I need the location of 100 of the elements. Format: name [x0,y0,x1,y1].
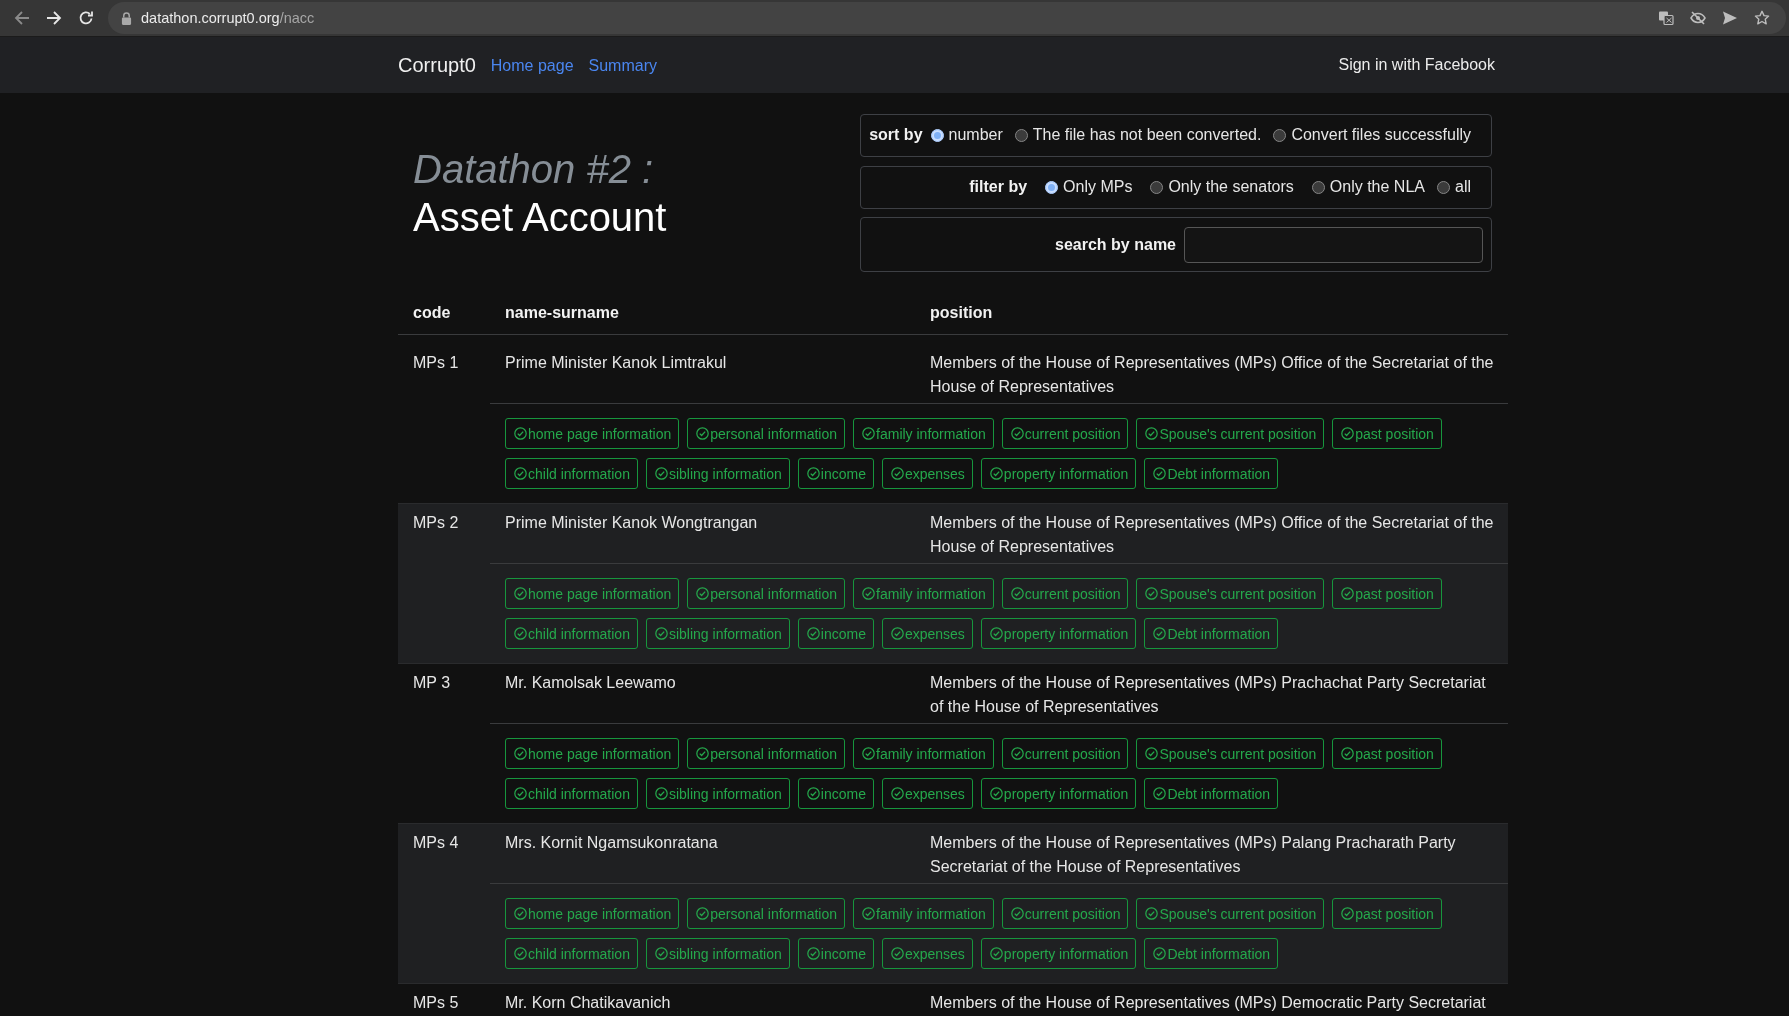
section-button[interactable]: child information [505,458,638,489]
section-button[interactable]: home page information [505,898,680,929]
section-button[interactable]: expenses [881,778,973,809]
section-button[interactable]: child information [505,938,638,969]
section-button[interactable]: child information [505,778,638,809]
section-button[interactable]: income [797,778,874,809]
section-button[interactable]: Debt information [1144,618,1279,649]
section-button[interactable]: property information [980,458,1137,489]
section-button[interactable]: Spouse's current position [1136,898,1325,929]
position-cell-text: Members of the House of Representatives (MPs) Office of the Secretariat of the House of Representatives [929,353,1495,397]
check-circle-icon [696,427,710,440]
check-circle-icon [1153,627,1167,640]
check-circle-icon [696,587,710,600]
section-button[interactable]: sibling information [645,618,790,649]
url-text: datathon.corrupt0.org/nacc [141,10,315,26]
section-button[interactable]: sibling information [645,458,790,489]
section-button[interactable]: Debt information [1144,938,1279,969]
eye-slash-icon[interactable] [1690,10,1706,26]
section-button[interactable]: Spouse's current position [1136,738,1325,769]
section-button[interactable]: past position [1332,578,1442,609]
section-button[interactable]: Debt information [1144,778,1279,809]
check-circle-icon [989,947,1003,960]
section-button[interactable]: personal information [687,418,846,449]
check-circle-icon [514,747,527,760]
position-cell-text: Members of the House of Representatives (MPs) Democratic Party Secretariat [929,993,1487,1013]
position-cell-text: Members of the House of Representatives (MPs) Palang Pracharath Party Secretariat of the House of Representatives [929,833,1457,877]
sign-in-link[interactable]: Sign in with Facebook [1338,56,1495,74]
filter-option[interactable]: Only MPs [1045,175,1133,199]
name-cell-text: Prime Minister Kanok Wongtrangan [504,513,759,533]
section-button[interactable]: sibling information [645,778,790,809]
brand-link[interactable]: Corrupt0 [398,53,476,77]
column-header: code [412,303,452,323]
check-circle-icon [1341,907,1355,920]
sort-option[interactable]: Convert files successfully [1273,123,1471,147]
filter-option[interactable]: Only the NLA [1311,175,1425,199]
check-circle-icon [514,787,527,800]
section-button[interactable]: income [797,938,874,969]
reload-icon[interactable] [78,10,94,26]
section-button[interactable]: property information [980,618,1137,649]
filter-option[interactable]: all [1437,175,1471,199]
section-button[interactable]: current position [1001,738,1129,769]
nav-link[interactable]: Home page [490,55,574,75]
radio-button[interactable] [1150,180,1164,194]
check-circle-icon [806,947,820,960]
paper-plane-icon[interactable] [1722,10,1738,26]
section-button[interactable]: past position [1332,898,1442,929]
lock-icon [121,11,132,25]
section-button[interactable]: home page information [505,418,680,449]
section-button[interactable]: expenses [881,938,973,969]
arrow-right-icon[interactable] [46,10,62,26]
section-button[interactable]: past position [1332,418,1442,449]
section-button[interactable]: income [797,458,874,489]
check-circle-icon [1145,427,1159,440]
radio-button[interactable] [1014,128,1028,142]
check-circle-icon [890,467,904,480]
name-cell-text: Mrs. Kornit Ngamsukonratana [504,833,719,853]
section-button[interactable]: home page information [505,578,680,609]
section-button[interactable]: personal information [687,738,846,769]
radio-button[interactable] [1311,180,1325,194]
arrow-left-icon[interactable] [14,10,30,26]
check-circle-icon [1341,747,1355,760]
check-circle-icon [1153,467,1167,480]
section-button[interactable]: Debt information [1144,458,1279,489]
search-field[interactable] [1184,227,1483,263]
section-button[interactable]: expenses [881,618,973,649]
section-button[interactable]: past position [1332,738,1442,769]
sort-option[interactable]: The file has not been converted. [1014,123,1262,147]
star-icon[interactable] [1754,10,1770,26]
translate-icon[interactable] [1658,10,1674,26]
section-button[interactable]: income [797,618,874,649]
address-bar[interactable]: datathon.corrupt0.org/nacc [108,2,1786,34]
section-button[interactable]: sibling information [645,938,790,969]
section-button[interactable]: personal information [687,578,846,609]
check-circle-icon [514,907,527,920]
nav-link[interactable]: Summary [588,55,657,75]
section-button[interactable]: child information [505,618,638,649]
section-button[interactable]: Spouse's current position [1136,578,1325,609]
section-button[interactable]: family information [853,418,994,449]
check-circle-icon [890,947,904,960]
check-circle-icon [696,907,710,920]
name-cell-text: Mr. Kamolsak Leewamo [504,673,677,693]
section-button[interactable]: property information [980,778,1137,809]
section-button[interactable]: current position [1001,898,1129,929]
check-circle-icon [890,787,904,800]
section-button[interactable]: property information [980,938,1137,969]
filter-option[interactable]: Only the senators [1150,175,1294,199]
section-button[interactable]: personal information [687,898,846,929]
section-button[interactable]: family information [853,578,994,609]
section-button[interactable]: expenses [881,458,973,489]
radio-button[interactable] [1273,128,1287,142]
check-circle-icon [514,947,527,960]
section-button[interactable]: family information [853,738,994,769]
name-cell-text: Prime Minister Kanok Limtrakul [504,353,728,373]
section-button[interactable]: current position [1001,418,1129,449]
radio-button[interactable] [1437,180,1450,194]
section-button[interactable]: Spouse's current position [1136,418,1325,449]
sort-option[interactable]: number [930,123,1003,147]
section-button[interactable]: home page information [505,738,680,769]
section-button[interactable]: current position [1001,578,1129,609]
section-button[interactable]: family information [853,898,994,929]
